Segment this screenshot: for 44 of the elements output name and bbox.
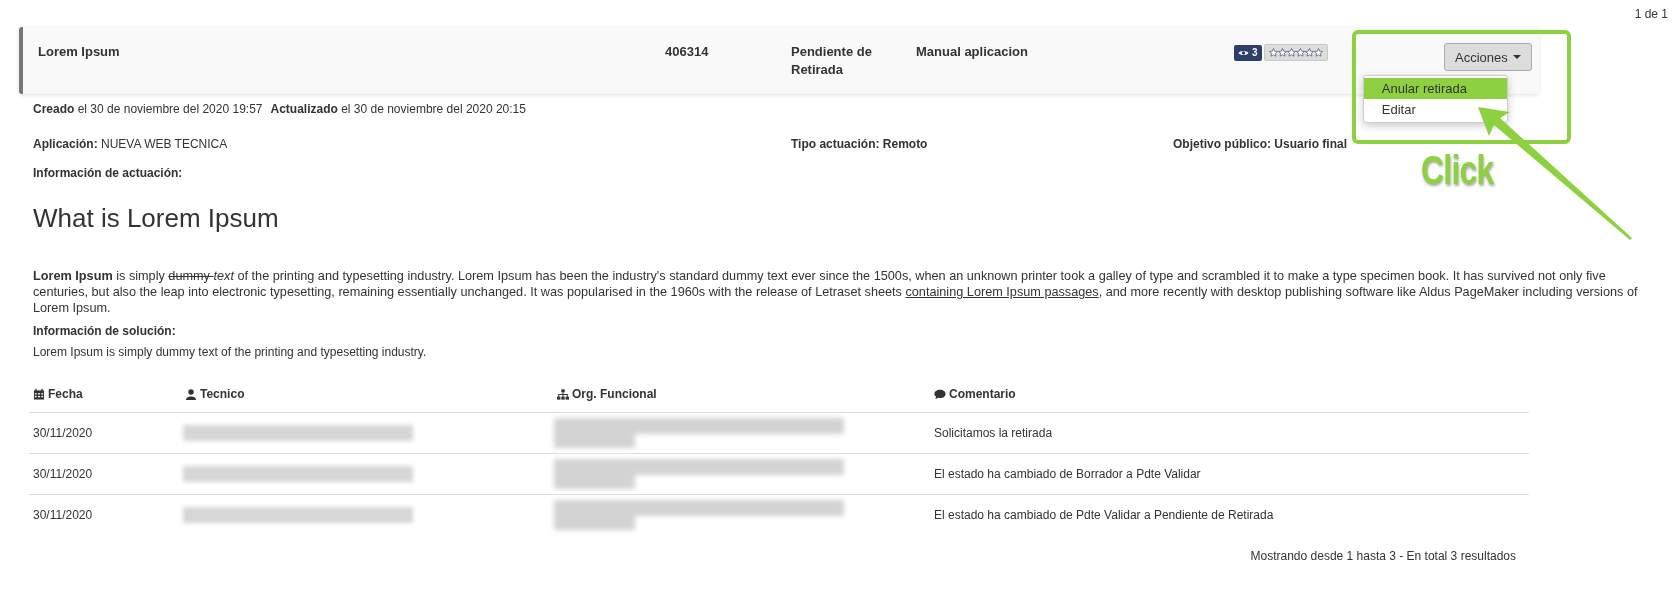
menu-item[interactable]: Editar bbox=[1363, 99, 1507, 120]
section-label: Información de solución: bbox=[33, 324, 176, 339]
timestamp-text: Creado el 30 de noviembre del 2020 19:57 bbox=[33, 102, 263, 117]
text-link[interactable]: containing Lorem Ipsum passages bbox=[905, 285, 1099, 299]
star-icon bbox=[1304, 48, 1314, 57]
column-header: Comentario bbox=[934, 387, 1016, 402]
comment-cell: El estado ha cambiado de Pdte Validar a Pendiente de Retirada bbox=[934, 508, 1274, 522]
description-paragraph: Lorem Ipsum is simply dummy text of the printing and typesetting industry. Lorem Ipsum has been the industry's standard dummy text ever since the 1500s, when an unknown printer took a galley of type and scrambled it to make a type specimen book. It has survived not only five centuries, but also the leap into electronic typesetting, remaining essentially unchanged. It was popularised in the 1960s with the release of Letraset sheets containing Lorem Ipsum passages, and more recently with desktop publishing software like Aldus PageMaker including versions of Lorem Ipsum. bbox=[33, 268, 1639, 316]
date-cell: 30/11/2020 bbox=[33, 467, 93, 481]
star-icon bbox=[1313, 48, 1323, 57]
star-icon bbox=[1286, 48, 1296, 57]
detail-field: Tipo actuación: Remoto bbox=[791, 137, 1173, 152]
annotation-label: Click bbox=[1421, 152, 1494, 188]
content-heading: What is Lorem Ipsum bbox=[33, 203, 280, 233]
results-summary: Mostrando desde 1 hasta 3 - En total 3 resultados bbox=[1250, 549, 1516, 563]
date-cell: 30/11/2020 bbox=[33, 508, 93, 522]
sitemap-icon bbox=[557, 388, 569, 400]
comment-cell: El estado ha cambiado de Borrador a Pdte Validar bbox=[934, 467, 1201, 481]
views-badge: 3 bbox=[1234, 44, 1262, 61]
star-icon bbox=[1295, 48, 1305, 57]
star-icon bbox=[1277, 48, 1287, 57]
user-icon bbox=[185, 388, 197, 400]
menu-item[interactable]: Anular retirada bbox=[1363, 78, 1507, 99]
caret-icon bbox=[1512, 55, 1521, 59]
section-label: Información de actuación: bbox=[33, 166, 183, 181]
detail-field: Objetivo público: Usuario final bbox=[1173, 137, 1680, 152]
timestamp-text: Actualizado el 30 de noviembre del 2020 20:15 bbox=[270, 102, 526, 117]
column-header: Tecnico bbox=[185, 387, 245, 402]
record-type: Manual aplicacion bbox=[916, 43, 1029, 61]
page-count: 1 de 1 bbox=[1634, 6, 1668, 21]
star-icon bbox=[1268, 48, 1278, 57]
record-title: Lorem Ipsum bbox=[38, 43, 121, 61]
column-header: Fecha bbox=[33, 387, 83, 402]
eye-icon bbox=[1238, 48, 1249, 57]
date-cell: 30/11/2020 bbox=[33, 426, 93, 440]
calendar-icon bbox=[33, 388, 45, 400]
comment-cell: Solicitamos la retirada bbox=[934, 426, 1053, 440]
detail-field: Aplicación: NUEVA WEB TECNICA bbox=[33, 137, 791, 152]
record-status: Pendiente de Retirada bbox=[791, 43, 873, 79]
column-header: Org. Funcional bbox=[557, 387, 657, 402]
comment-icon bbox=[934, 388, 946, 400]
actions-button[interactable]: Acciones bbox=[1444, 43, 1532, 71]
record-number: 406314 bbox=[665, 43, 710, 61]
solution-text: Lorem Ipsum is simply dummy text of the printing and typesetting industry. bbox=[32, 345, 428, 360]
